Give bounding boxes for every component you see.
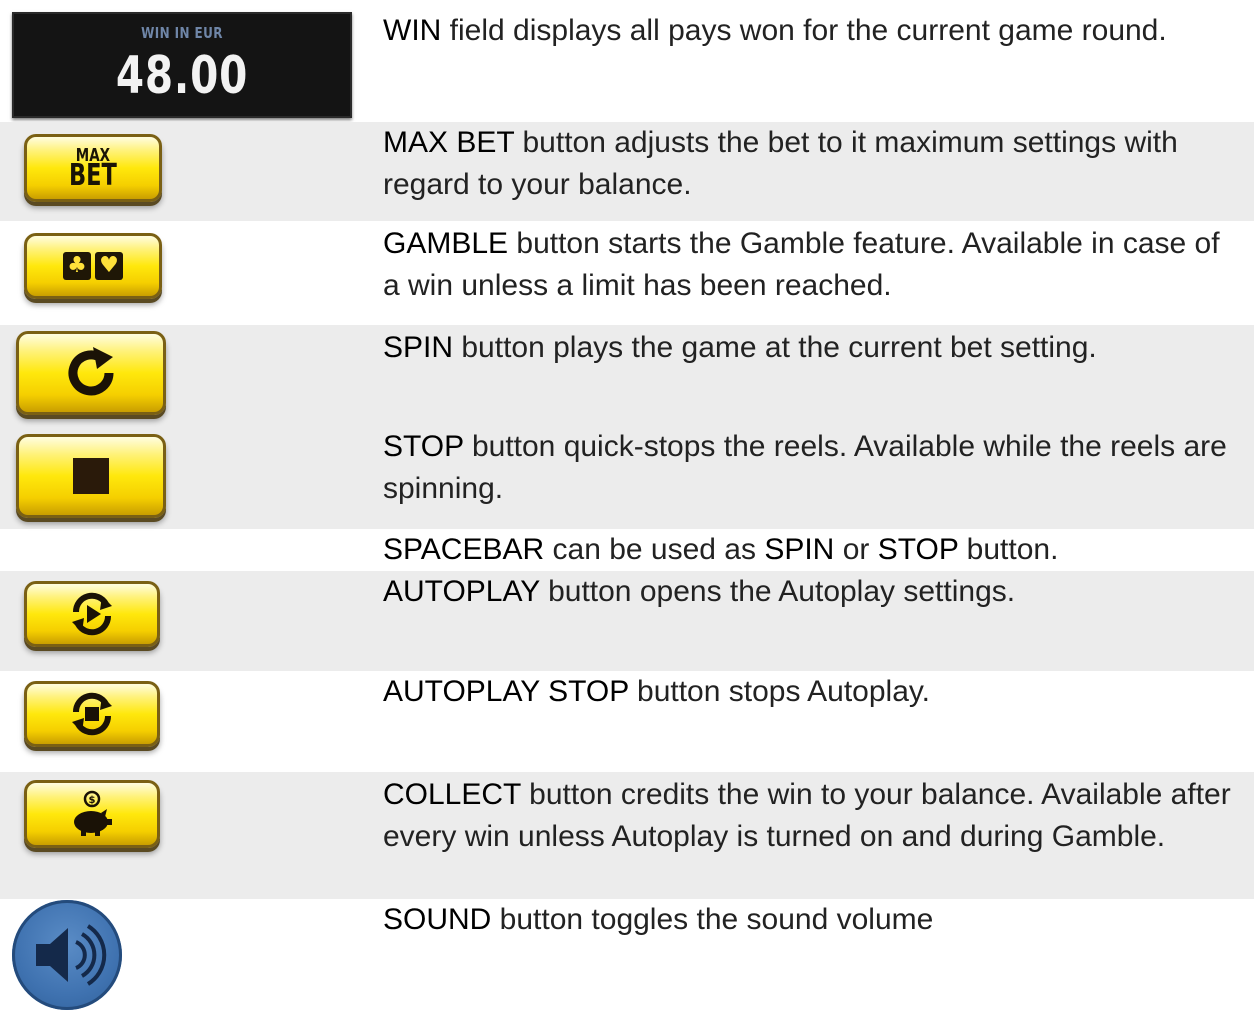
sound-keyword: SOUND	[383, 903, 492, 936]
max-bet-line2: BET	[69, 157, 117, 193]
stop-square-icon	[73, 458, 109, 494]
autoplay-play-icon	[72, 592, 112, 636]
win-text: field displays all pays won for the curr…	[441, 14, 1167, 47]
autoplay-button[interactable]	[24, 581, 160, 647]
svg-text:$: $	[89, 795, 96, 806]
spin-text: button plays the game at the current bet…	[453, 331, 1097, 364]
max-bet-description: MAX BET button adjusts the bet to it max…	[383, 122, 1243, 206]
spin-keyword: SPIN	[383, 331, 454, 364]
spacebar-text-a: can be used as	[544, 533, 765, 566]
collect-description: COLLECT button credits the win to your b…	[383, 774, 1243, 858]
autoplay-stop-text: button stops Autoplay.	[628, 675, 930, 708]
autoplay-stop-icon	[72, 692, 112, 736]
row-collect: $ COLLECT button credits the win to your…	[0, 772, 1254, 899]
autoplay-stop-button[interactable]	[24, 681, 160, 747]
win-keyword: WIN	[383, 14, 442, 47]
row-autoplay: AUTOPLAY button opens the Autoplay setti…	[0, 571, 1254, 671]
max-bet-button[interactable]: MAX BET	[24, 134, 162, 202]
sound-description: SOUND button toggles the sound volume	[383, 899, 1243, 941]
spacebar-stop-keyword: STOP	[877, 533, 959, 566]
autoplay-stop-keyword: AUTOPLAY STOP	[383, 675, 629, 708]
row-spin: SPIN button plays the game at the curren…	[0, 325, 1254, 428]
autoplay-description: AUTOPLAY button opens the Autoplay setti…	[383, 571, 1243, 613]
piggy-bank-coin-icon: $	[74, 790, 112, 836]
max-bet-keyword: MAX BET	[383, 126, 515, 159]
row-autoplay-stop: AUTOPLAY STOP button stops Autoplay.	[0, 671, 1254, 772]
spacebar-description: SPACEBAR can be used as SPIN or STOP but…	[383, 529, 1243, 571]
collect-button[interactable]: $	[24, 780, 160, 848]
heart-card-icon: ♥	[95, 252, 123, 280]
spin-button[interactable]	[16, 331, 166, 415]
win-field: WIN IN EUR 48.00	[12, 12, 352, 118]
win-label: WIN IN EUR	[141, 24, 223, 42]
gamble-keyword: GAMBLE	[383, 227, 509, 260]
row-stop: STOP button quick-stops the reels. Avail…	[0, 428, 1254, 529]
collect-keyword: COLLECT	[383, 778, 521, 811]
row-gamble: ♣ ♥ GAMBLE button starts the Gamble feat…	[0, 221, 1254, 325]
speaker-volume-icon	[36, 924, 107, 986]
spin-refresh-icon	[68, 347, 114, 396]
row-spacebar: SPACEBAR can be used as SPIN or STOP but…	[0, 529, 1254, 571]
autoplay-text: button opens the Autoplay settings.	[539, 575, 1016, 608]
autoplay-keyword: AUTOPLAY	[383, 575, 540, 608]
sound-text: button toggles the sound volume	[491, 903, 934, 936]
stop-button[interactable]	[16, 434, 166, 518]
sound-button[interactable]	[12, 900, 122, 1010]
stop-description: STOP button quick-stops the reels. Avail…	[383, 426, 1243, 510]
gamble-button[interactable]: ♣ ♥	[24, 233, 162, 299]
win-amount: 48.00	[115, 46, 249, 106]
spin-description: SPIN button plays the game at the curren…	[383, 327, 1243, 369]
stop-text: button quick-stops the reels. Available …	[383, 430, 1227, 505]
autoplay-stop-description: AUTOPLAY STOP button stops Autoplay.	[383, 671, 1243, 713]
row-sound: SOUND button toggles the sound volume	[0, 899, 1254, 1001]
row-max-bet: MAX BET MAX BET button adjusts the bet t…	[0, 122, 1254, 221]
club-card-icon: ♣	[63, 252, 91, 280]
spacebar-keyword: SPACEBAR	[383, 533, 545, 566]
win-description: WIN field displays all pays won for the …	[383, 10, 1243, 52]
stop-keyword: STOP	[383, 430, 464, 463]
gamble-text: button starts the Gamble feature. Availa…	[383, 227, 1220, 302]
spacebar-text-b: or	[834, 533, 878, 566]
help-page: WIN IN EUR 48.00 WIN field displays all …	[0, 0, 1254, 1010]
max-bet-icon: MAX BET	[69, 146, 117, 193]
spacebar-spin-keyword: SPIN	[764, 533, 835, 566]
row-win: WIN IN EUR 48.00 WIN field displays all …	[0, 0, 1254, 122]
spacebar-text-c: button.	[958, 533, 1059, 566]
gamble-description: GAMBLE button starts the Gamble feature.…	[383, 223, 1243, 307]
